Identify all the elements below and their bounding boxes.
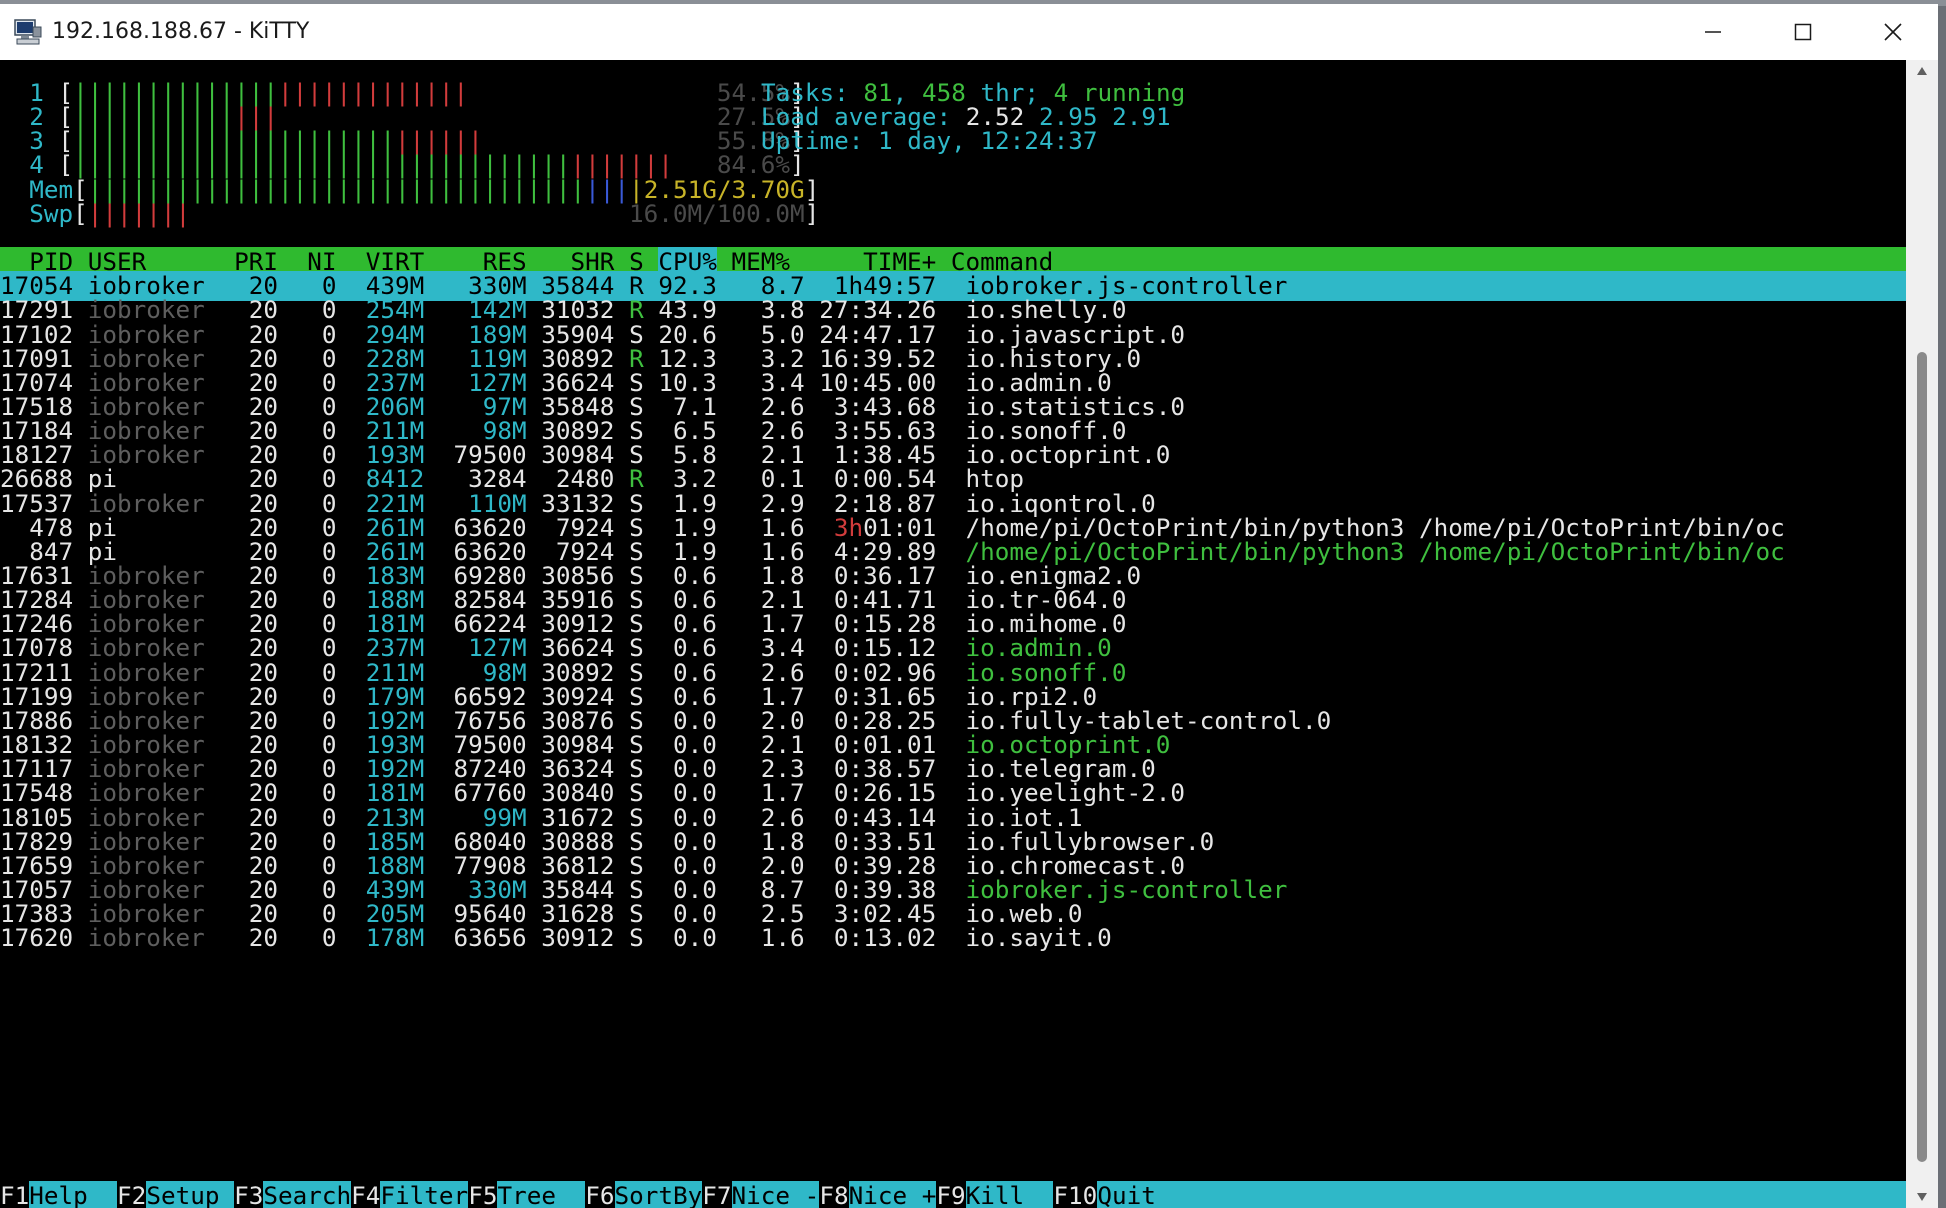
window-title: 192.168.188.67 - KiTTY — [52, 19, 310, 44]
virt-mem: 178M — [351, 923, 439, 953]
fkey-f1-button[interactable]: F1Help — [0, 1181, 117, 1208]
fkey-action: SortBy — [614, 1181, 703, 1208]
fkey-f8-button[interactable]: F8Nice + — [819, 1181, 936, 1208]
fkey-f5-button[interactable]: F5Tree — [468, 1181, 585, 1208]
close-button[interactable] — [1848, 4, 1938, 60]
fkey-label: F10 — [1053, 1181, 1098, 1208]
fkey-label: F1 — [0, 1181, 30, 1208]
uptime-label: Uptime: — [761, 126, 879, 156]
swap-bar: ||||||| — [87, 198, 191, 228]
uptime: Uptime: 1 day, 12:24:37 — [761, 126, 1097, 156]
fkey-label: F5 — [468, 1181, 498, 1208]
mem-percent: 1.6 — [716, 923, 805, 953]
priority: 20 — [219, 923, 293, 953]
pid: 17620 — [0, 923, 88, 953]
fkey-f6-button[interactable]: F6SortBy — [585, 1181, 702, 1208]
function-key-bar: F1Help F2Setup F3SearchF4FilterF5Tree F6… — [0, 1181, 1906, 1208]
kitty-window: 192.168.188.67 - KiTTY 1 [||||||||||||||… — [0, 4, 1938, 1208]
fkey-f4-button[interactable]: F4Filter — [351, 1181, 468, 1208]
fkey-label: F6 — [585, 1181, 615, 1208]
state: S — [629, 923, 659, 953]
scroll-down-icon[interactable] — [1916, 1192, 1928, 1202]
swap-value: 16.0M/100.0M — [629, 198, 805, 228]
fkey-action: Quit — [1097, 1181, 1156, 1208]
cpu-percent: 0.0 — [658, 923, 717, 953]
minimize-button[interactable] — [1668, 4, 1758, 60]
fkey-f9-button[interactable]: F9Kill — [936, 1181, 1053, 1208]
fkey-label: F8 — [819, 1181, 849, 1208]
maximize-icon — [1794, 23, 1812, 41]
fkey-action: Help — [29, 1181, 118, 1208]
fkey-label: F2 — [117, 1181, 147, 1208]
fkey-action: Nice - — [731, 1181, 820, 1208]
res-mem: 63656 — [438, 923, 542, 953]
scroll-up-icon[interactable] — [1916, 66, 1928, 76]
user: iobroker — [87, 923, 220, 953]
fkey-label: F7 — [702, 1181, 732, 1208]
minimize-icon — [1705, 31, 1721, 33]
pad — [1097, 102, 1112, 131]
meter-bracket: [ — [73, 198, 88, 228]
command: io.sayit.0 — [950, 923, 1112, 953]
vertical-scrollbar[interactable] — [1906, 60, 1938, 1208]
meter-bracket: ] — [804, 198, 820, 228]
shared-mem: 30912 — [541, 923, 630, 953]
title-bar[interactable]: 192.168.188.67 - KiTTY — [0, 4, 1938, 60]
fkey-action: Search — [263, 1181, 352, 1208]
fkey-action: Kill — [965, 1181, 1054, 1208]
uptime-value: 1 day, 12:24:37 — [878, 126, 1098, 156]
fkey-action: Setup — [146, 1181, 235, 1208]
terminal-app-icon — [14, 19, 42, 45]
fkey-action: Tree — [497, 1181, 586, 1208]
pad — [0, 199, 29, 228]
nice: 0 — [292, 923, 352, 953]
process-row[interactable]: 17620 iobroker 20 0 178M 63656 30912 S 0… — [0, 923, 1112, 953]
swap-meter: Swp[||||||| 16.0M/100.0M] — [0, 199, 819, 229]
maximize-button[interactable] — [1758, 4, 1848, 60]
htop-terminal[interactable]: 1 [||||||||||||||||||||||||||| 54.5%] 2 … — [0, 60, 1906, 1208]
fkey-label: F9 — [936, 1181, 966, 1208]
fkey-f7-button[interactable]: F7Nice - — [702, 1181, 819, 1208]
fkey-action: Filter — [380, 1181, 469, 1208]
swap-label: Swp — [29, 198, 74, 228]
close-icon — [1884, 23, 1902, 41]
fkey-action: Nice + — [848, 1181, 937, 1208]
fkey-f2-button[interactable]: F2Setup — [117, 1181, 234, 1208]
load-15: 2.91 — [1112, 102, 1171, 132]
fkey-label: F4 — [351, 1181, 381, 1208]
fkey-f3-button[interactable]: F3Search — [234, 1181, 351, 1208]
cpu-time: 0:13.02 — [804, 923, 951, 953]
fkey-f10-button[interactable]: F10Quit — [1053, 1181, 1156, 1208]
meter-pad — [190, 199, 629, 228]
scrollbar-thumb[interactable] — [1917, 352, 1927, 1162]
fkey-label: F3 — [234, 1181, 264, 1208]
